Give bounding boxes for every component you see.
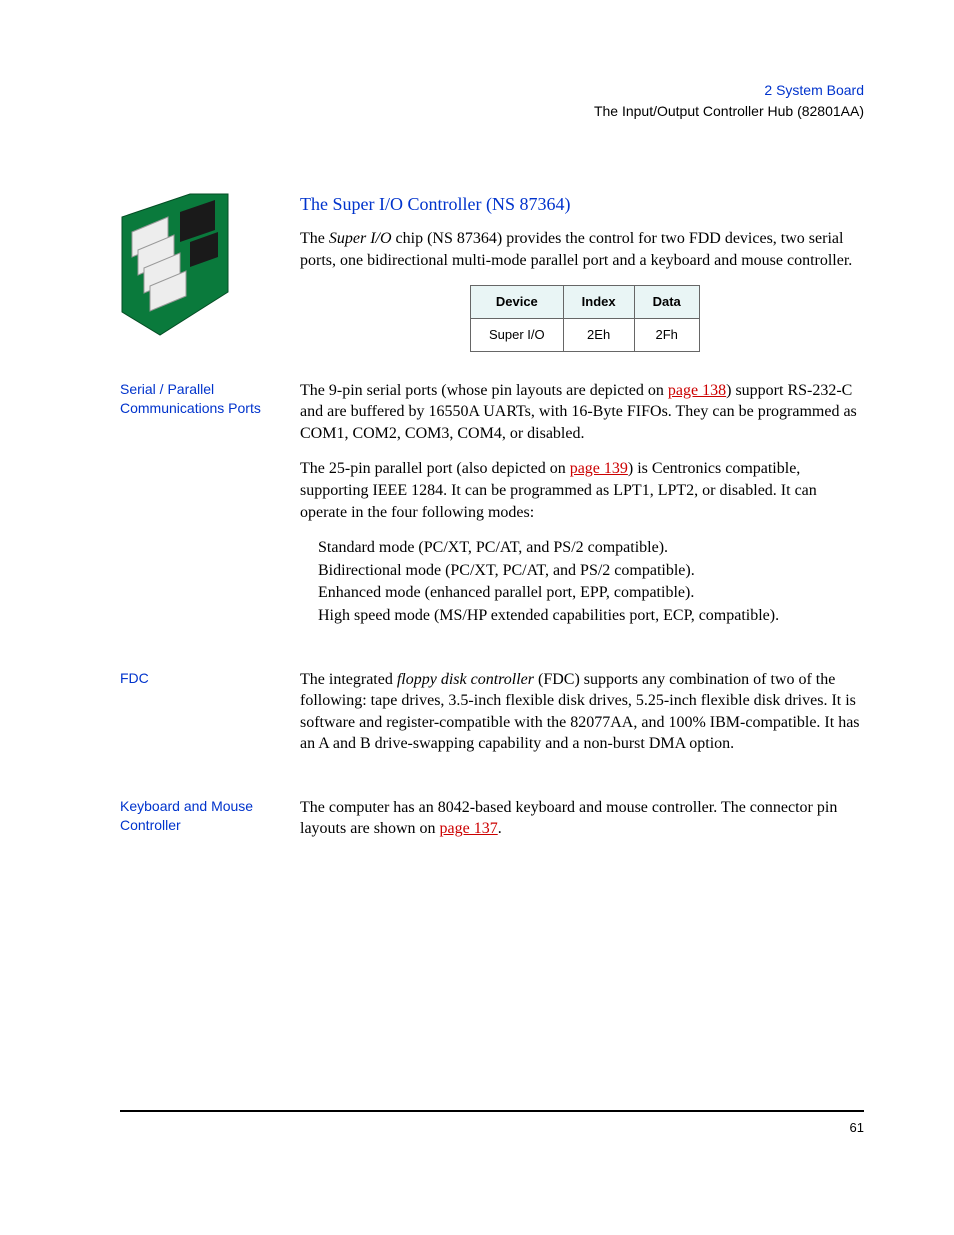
superio-intro: The Super I/O chip (NS 87364) provides t… xyxy=(300,228,864,271)
page-header: 2 System Board The Input/Output Controll… xyxy=(120,80,864,122)
link-page-137[interactable]: page 137 xyxy=(440,820,498,837)
th-data: Data xyxy=(634,286,699,319)
link-page-138[interactable]: page 138 xyxy=(668,382,726,399)
td-data: 2Fh xyxy=(634,319,699,352)
td-index: 2Eh xyxy=(563,319,634,352)
mode-standard: Standard mode (PC/XT, PC/AT, and PS/2 co… xyxy=(318,537,864,559)
page-footer: 61 xyxy=(120,1110,864,1135)
mode-enhanced: Enhanced mode (enhanced parallel port, E… xyxy=(318,582,864,604)
kbm-paragraph: The computer has an 8042-based keyboard … xyxy=(300,797,864,840)
system-board-image xyxy=(120,192,230,337)
mode-highspeed: High speed mode (MS/HP extended capabili… xyxy=(318,605,864,627)
serial-p1: The 9-pin serial ports (whose pin layout… xyxy=(300,380,864,445)
page-number: 61 xyxy=(120,1120,864,1135)
header-chapter: 2 System Board xyxy=(120,80,864,101)
fdc-term: floppy disk controller xyxy=(397,671,534,688)
header-section: The Input/Output Controller Hub (82801AA… xyxy=(120,101,864,122)
kbm-label: Keyboard and Mouse Controller xyxy=(120,797,290,836)
serial-parallel-label: Serial / Parallel Communications Ports xyxy=(120,380,290,419)
td-device: Super I/O xyxy=(471,319,564,352)
mode-list: Standard mode (PC/XT, PC/AT, and PS/2 co… xyxy=(300,537,864,626)
superio-table: Device Index Data Super I/O 2Eh 2Fh xyxy=(470,285,700,351)
serial-p2: The 25-pin parallel port (also depicted … xyxy=(300,458,864,523)
th-device: Device xyxy=(471,286,564,319)
link-page-139[interactable]: page 139 xyxy=(570,460,628,477)
mode-bidirectional: Bidirectional mode (PC/XT, PC/AT, and PS… xyxy=(318,560,864,582)
fdc-paragraph: The integrated floppy disk controller (F… xyxy=(300,669,864,755)
footer-rule xyxy=(120,1110,864,1112)
th-index: Index xyxy=(563,286,634,319)
superio-title: The Super I/O Controller (NS 87364) xyxy=(300,192,864,216)
fdc-label: FDC xyxy=(120,669,290,689)
superio-chip-name: Super I/O xyxy=(329,230,392,247)
